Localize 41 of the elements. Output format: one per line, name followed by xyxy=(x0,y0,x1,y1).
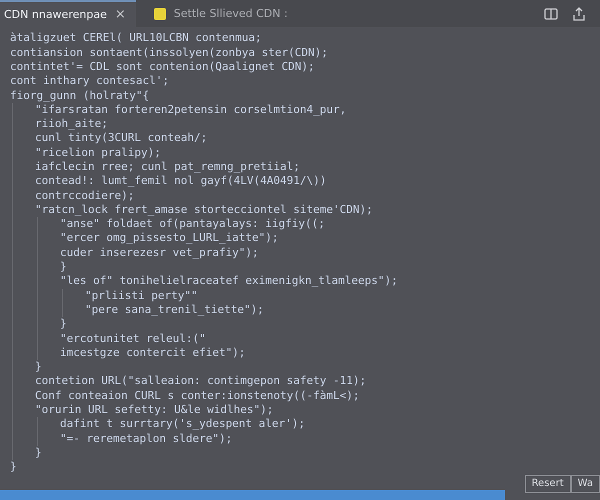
code-line: cuder inserezesr vet_prafiy"); xyxy=(60,246,259,260)
code-line: "=- reremetaplon sldere"); xyxy=(60,432,232,446)
code-line: "prliisti perty"" xyxy=(85,288,198,303)
code-line: } xyxy=(60,317,67,332)
close-icon[interactable]: × xyxy=(114,7,126,22)
split-editor-icon[interactable] xyxy=(544,6,558,21)
code-line: contintet'= CDL sont contenion(Qaalignet CDN); xyxy=(10,60,315,74)
code-line: imcestgze contercit efiet"); xyxy=(60,346,246,360)
action-button[interactable]: Resert xyxy=(524,474,571,493)
code-line: riioh_aite; xyxy=(35,117,108,132)
code-line: "orurin URL sefetty: U&le widlhes"); xyxy=(35,403,274,418)
code-line: "ricelion pralipy); xyxy=(35,146,161,160)
code-line: } xyxy=(10,460,17,475)
editor-tab[interactable]: CDN nnawerenpae × xyxy=(0,0,136,28)
code-line: cunl tinty(3CURL conteah/; xyxy=(35,131,208,146)
code-line: àtaligzuet CEREl( URL10LCBN contenmua; xyxy=(10,31,262,46)
code-line: "anse" foldaet of(pantayalays: iigfiy((; xyxy=(60,217,325,232)
code-line: contrccodiere); xyxy=(35,188,134,203)
code-line: "ifarsratan forteren2petensin corselmtion4_pur, xyxy=(35,102,346,118)
code-line: contiansion sontaent(inssolyen(zonbya ster(CDN); xyxy=(10,46,328,60)
code-line: } xyxy=(60,260,67,274)
code-line: contetion URL("salleaion: contimgepon safety -11); xyxy=(35,374,366,389)
code-line: fiorg_gunn (holraty"{ xyxy=(10,88,150,103)
code-line: } xyxy=(35,446,42,460)
editor-tab[interactable]: Settle Sllieved CDN : xyxy=(136,0,298,28)
action-button[interactable]: Wa xyxy=(570,474,600,493)
code-line: Conf conteaion CURL s conter:ionstenoty((-fàmL<); xyxy=(35,388,360,404)
tab-label: Settle Sllieved CDN : xyxy=(174,7,288,20)
code-line: "ercer omg_pissesto_LURL_iatte"); xyxy=(60,231,279,246)
code-line: dafint t surrtary('s_ydespent aler'); xyxy=(60,417,306,432)
code-line: "ercotunitet releul:(" xyxy=(60,332,206,346)
code-line: "ratcn_lock frert_amase stortecciontel siteme'CDN); xyxy=(35,202,373,218)
share-icon[interactable] xyxy=(572,6,586,21)
code-line: "les of" tonihelielraceatef eximenigkn_tlamleeps"); xyxy=(60,274,398,289)
file-icon xyxy=(154,8,166,20)
code-line: iafclecin rree; cunl pat_remng_pretiial; xyxy=(35,160,300,174)
code-line: cont inthary contesacl'; xyxy=(10,74,169,88)
code-line: "pere sana_trenil_tiette"); xyxy=(85,302,264,318)
code-line: contead!: lumt_femil nol gayf(4LV(4A0491/\)) xyxy=(35,174,326,189)
tab-label: CDN nnawerenpae xyxy=(4,8,107,22)
code-line: } xyxy=(35,360,42,374)
